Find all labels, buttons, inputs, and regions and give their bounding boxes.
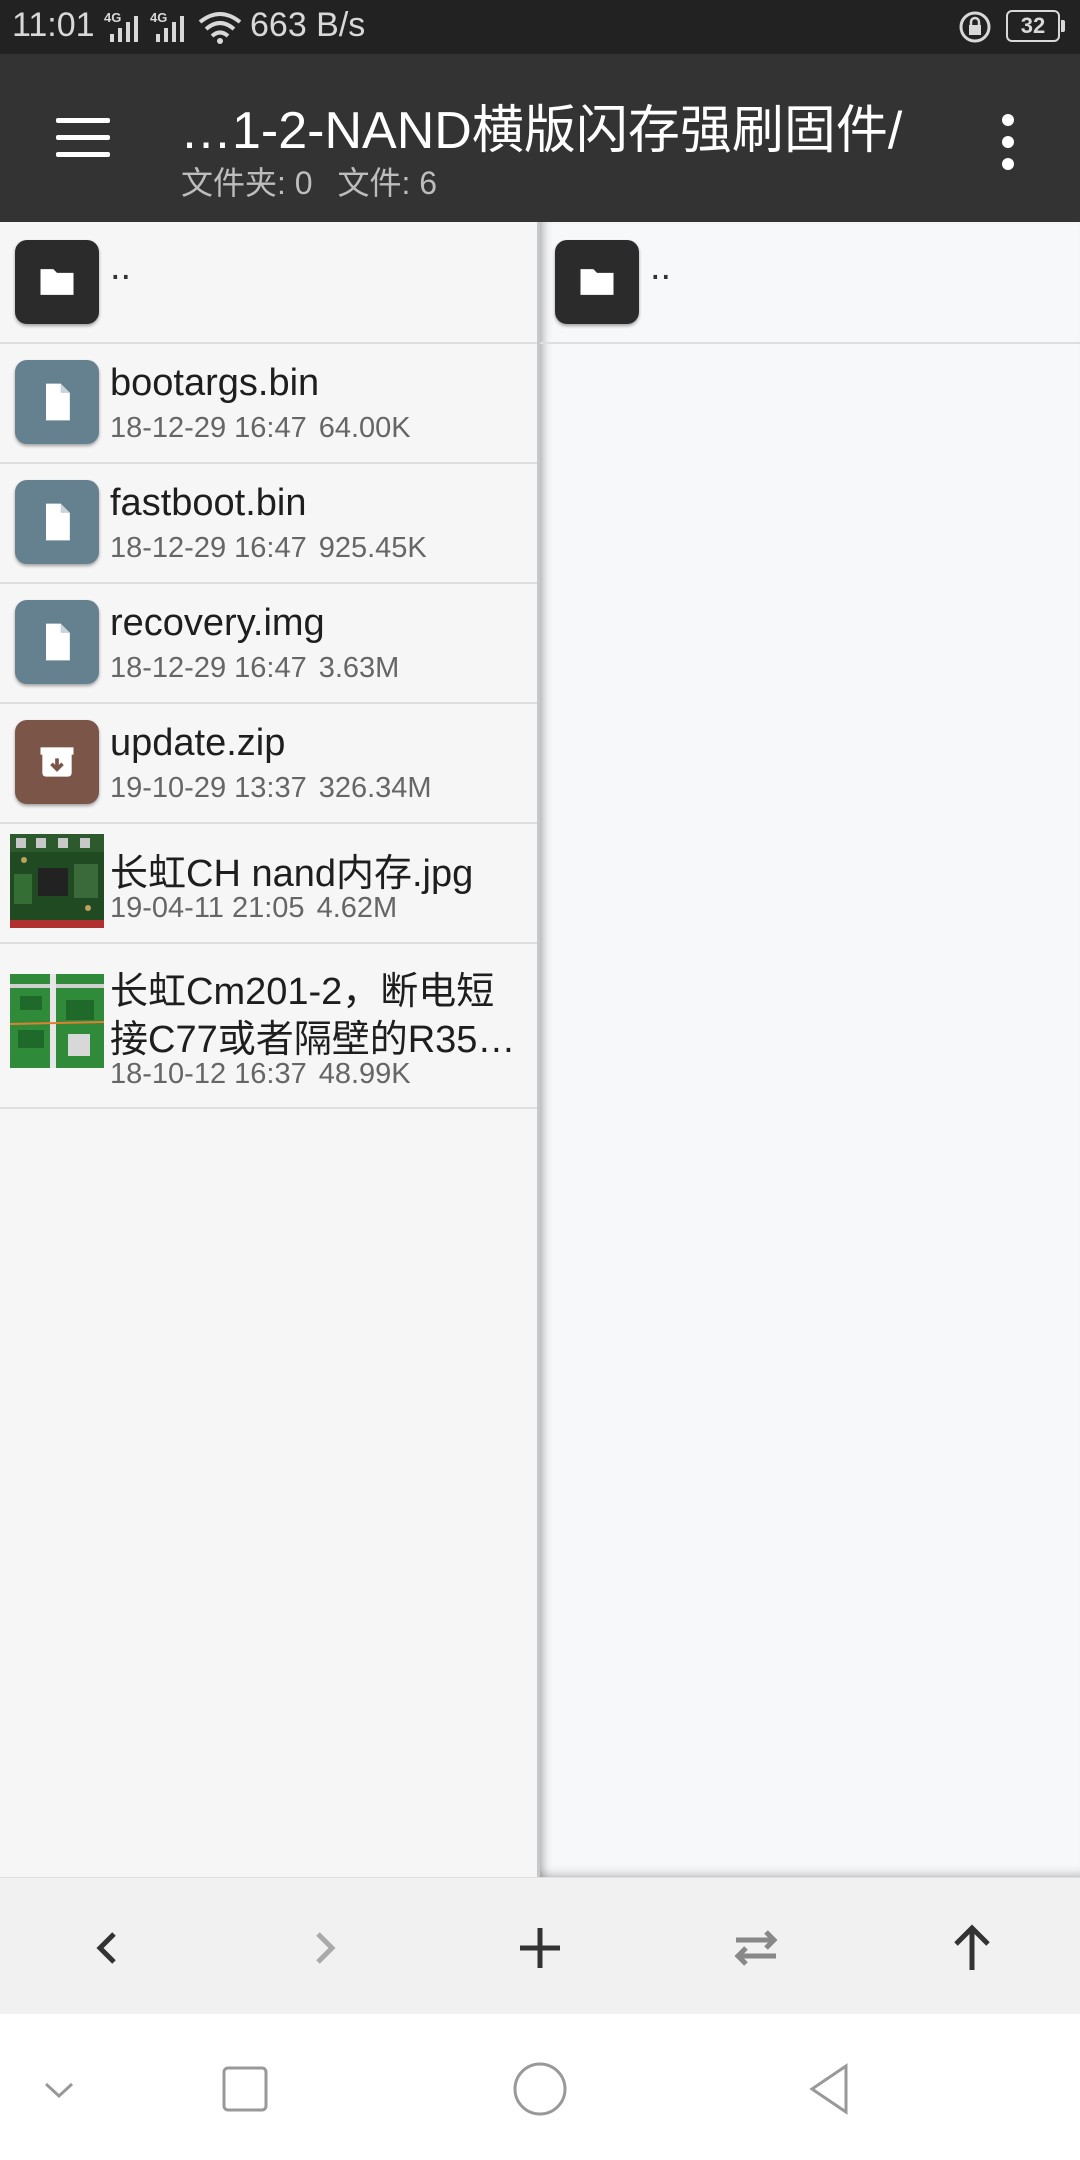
file-name-line2: 接C77或者隔壁的R35… [110, 1019, 516, 1061]
right-file-pane[interactable]: .. [540, 222, 1080, 1877]
swap-panes-icon [734, 1930, 778, 1966]
nav-home-button[interactable] [505, 2054, 575, 2124]
clock: 11:01 [12, 6, 95, 44]
status-bar: 11:01 4G 4G 663 B/s 32 [0, 0, 1080, 54]
current-path-title: …1-2-NAND横版闪存强刷固件/ [180, 102, 903, 160]
back-icon [96, 1932, 116, 1964]
parent-directory-label: .. [110, 246, 132, 288]
file-meta: 19-04-11 21:05 4.62M [110, 892, 409, 925]
file-name: bootargs.bin [110, 362, 320, 404]
file-icon [15, 360, 99, 444]
file-date: 18-12-29 16:47 [110, 412, 307, 444]
file-count: 文件: 6 [337, 165, 438, 201]
file-size: 48.99K [318, 1058, 411, 1090]
swap-panes-button[interactable] [716, 1908, 796, 1988]
file-row[interactable]: recovery.img 18-12-29 16:47 3.63M [0, 582, 537, 704]
nav-hide-button[interactable] [24, 2054, 94, 2124]
folder-icon [15, 240, 99, 324]
folder-file-count: 文件夹: 0 文件: 6 [181, 158, 453, 204]
file-row[interactable]: update.zip 19-10-29 13:37 326.34M [0, 702, 537, 824]
recents-icon [222, 2066, 268, 2112]
cell-signal-icon-2: 4G [150, 10, 184, 42]
svg-text:4G: 4G [104, 10, 121, 25]
file-meta: 18-12-29 16:47 925.45K [110, 532, 439, 565]
back-button[interactable] [68, 1908, 148, 1988]
file-size: 3.63M [318, 652, 400, 684]
folder-count: 文件夹: 0 [181, 165, 313, 201]
file-name-line1: 长虹Cm201-2，断电短 [110, 971, 495, 1013]
parent-directory-row[interactable]: .. [540, 222, 1080, 344]
file-row[interactable]: fastboot.bin 18-12-29 16:47 925.45K [0, 462, 537, 584]
file-size: 326.34M [318, 772, 432, 804]
file-size: 925.45K [318, 532, 427, 564]
left-file-pane[interactable]: .. bootargs.bin 18-12-29 16:47 64.00K fas… [0, 222, 540, 1877]
nav-recents-button[interactable] [210, 2054, 280, 2124]
file-meta: 19-10-29 13:37 326.34M [110, 772, 444, 805]
parent-directory-row[interactable]: .. [0, 222, 537, 344]
nav-back-icon [809, 2063, 848, 2115]
cell-signal-icon: 4G [104, 10, 138, 42]
net-speed: 663 B/s [250, 6, 366, 44]
file-date: 18-10-12 16:37 [110, 1058, 307, 1090]
battery-icon: 32 [1006, 10, 1065, 42]
file-size: 4.62M [316, 892, 398, 924]
chevron-down-icon [44, 2082, 74, 2099]
parent-directory-label: .. [650, 246, 672, 288]
file-date: 19-04-11 21:05 [110, 892, 305, 924]
more-options-button[interactable] [990, 112, 1026, 172]
file-icon [15, 600, 99, 684]
up-button[interactable] [932, 1908, 1012, 1988]
file-date: 19-10-29 13:37 [110, 772, 307, 804]
forward-icon [316, 1932, 336, 1964]
home-icon [513, 2062, 567, 2116]
system-nav-bar [0, 2014, 1080, 2160]
file-icon [15, 480, 99, 564]
rotation-lock-icon [959, 11, 991, 43]
app-toolbar: …1-2-NAND横版闪存强刷固件/ 文件夹: 0 文件: 6 [0, 54, 1080, 222]
folder-icon [555, 240, 639, 324]
file-row[interactable]: bootargs.bin 18-12-29 16:47 64.00K [0, 342, 537, 464]
wifi-icon [198, 12, 242, 44]
nav-back-button[interactable] [796, 2054, 866, 2124]
archive-icon [15, 720, 99, 804]
menu-button[interactable] [52, 114, 114, 162]
add-button[interactable] [500, 1908, 580, 1988]
file-name: update.zip [110, 722, 286, 764]
svg-text:4G: 4G [150, 10, 167, 25]
file-size: 64.00K [318, 412, 411, 444]
file-row[interactable]: 长虹Cm201-2，断电短 接C77或者隔壁的R35… 18-10-12 16:… [0, 942, 537, 1109]
file-row[interactable]: 长虹CH nand内存.jpg 19-04-11 21:05 4.62M [0, 822, 537, 944]
add-icon [520, 1928, 560, 1968]
file-name: 长虹CH nand内存.jpg [110, 853, 474, 895]
image-thumbnail [10, 974, 104, 1068]
file-name: fastboot.bin [110, 482, 307, 524]
up-icon [954, 1924, 990, 1970]
file-meta: 18-10-12 16:37 48.99K [110, 1058, 423, 1091]
file-meta: 18-12-29 16:47 3.63M [110, 652, 411, 685]
bottom-toolbar [0, 1877, 1080, 2015]
file-name: recovery.img [110, 602, 325, 644]
forward-button[interactable] [284, 1908, 364, 1988]
file-meta: 18-12-29 16:47 64.00K [110, 412, 423, 445]
file-date: 18-12-29 16:47 [110, 652, 307, 684]
file-date: 18-12-29 16:47 [110, 532, 307, 564]
image-thumbnail [10, 834, 104, 928]
